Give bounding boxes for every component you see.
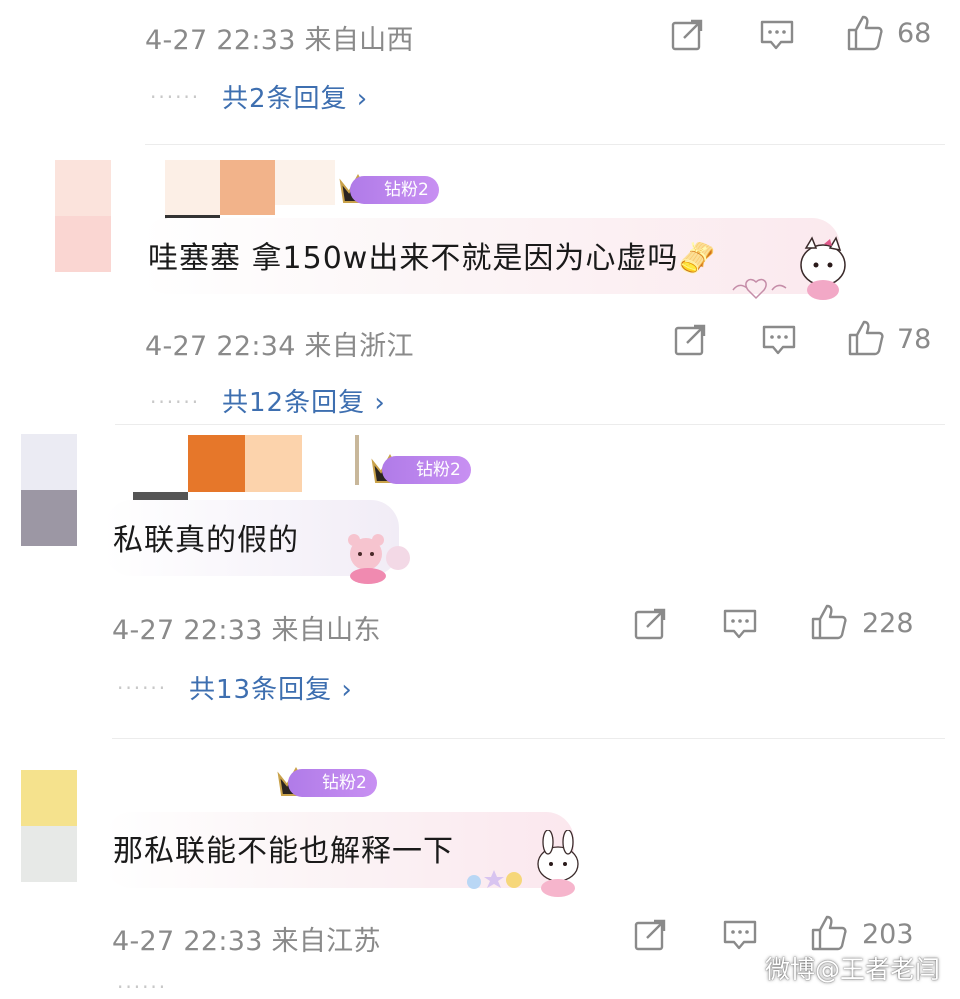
thumbs-up-icon — [811, 915, 847, 951]
divider — [112, 738, 945, 739]
share-button[interactable] — [670, 320, 710, 360]
fan-badge: 钻粉2 — [382, 456, 471, 484]
like-button[interactable] — [845, 13, 885, 53]
comment-icon — [760, 20, 794, 50]
thumbs-up-icon — [847, 15, 883, 51]
watermark: 微博@王者老闫 — [765, 955, 941, 984]
like-count: 78 — [897, 324, 932, 355]
replies-dots: ······ — [117, 676, 168, 700]
comment-button[interactable] — [720, 915, 760, 955]
username-redacted[interactable] — [165, 160, 345, 222]
bunny-sticker-icon — [467, 830, 579, 897]
comment-text: 那私联能不能也解释一下 — [113, 834, 454, 869]
comment-meta: 4-27 22:33 来自山西 — [145, 25, 414, 56]
comment-text: 哇塞塞 拿150w出来不就是因为心虚吗🫔 — [148, 241, 717, 276]
share-icon — [634, 608, 666, 640]
username-redacted[interactable] — [133, 435, 363, 507]
comment-text: 私联真的假的 — [113, 523, 299, 558]
divider — [145, 144, 945, 145]
thumbs-up-icon — [848, 320, 884, 356]
comment-button[interactable] — [720, 604, 760, 644]
share-icon — [674, 324, 706, 356]
fan-badge: 钻粉2 — [288, 769, 377, 797]
replies-dots: ······ — [117, 975, 168, 999]
replies-dots: ······ — [150, 85, 201, 109]
share-button[interactable] — [667, 15, 707, 55]
like-button[interactable] — [809, 913, 849, 953]
avatar[interactable] — [55, 160, 111, 272]
view-replies-link[interactable]: 共12条回复 › — [222, 382, 386, 419]
comment-meta: 4-27 22:34 来自浙江 — [145, 331, 414, 362]
kitty-sticker-icon — [732, 236, 846, 300]
like-count: 228 — [862, 608, 914, 639]
divider — [115, 424, 945, 425]
share-icon — [671, 19, 703, 51]
like-count: 68 — [897, 18, 932, 49]
like-button[interactable] — [809, 602, 849, 642]
share-button[interactable] — [630, 915, 670, 955]
comment-icon — [723, 609, 757, 639]
share-icon — [634, 919, 666, 951]
share-button[interactable] — [630, 604, 670, 644]
comment-icon — [723, 920, 757, 950]
comment-meta: 4-27 22:33 来自山东 — [112, 615, 381, 646]
view-replies-link[interactable]: 共13条回复 › — [189, 669, 353, 706]
avatar[interactable] — [21, 434, 77, 546]
comment-meta: 4-27 22:33 来自江苏 — [112, 926, 381, 957]
comment-button[interactable] — [757, 15, 797, 55]
like-button[interactable] — [846, 318, 886, 358]
fan-badge: 钻粉2 — [350, 176, 439, 204]
view-replies-link[interactable]: 共2条回复 › — [222, 78, 368, 115]
comment-icon — [762, 325, 796, 355]
replies-dots: ······ — [150, 390, 201, 414]
bear-sticker-icon — [348, 534, 410, 584]
thumbs-up-icon — [811, 604, 847, 640]
comment-button[interactable] — [759, 320, 799, 360]
avatar[interactable] — [21, 770, 77, 882]
like-count: 203 — [862, 919, 914, 950]
